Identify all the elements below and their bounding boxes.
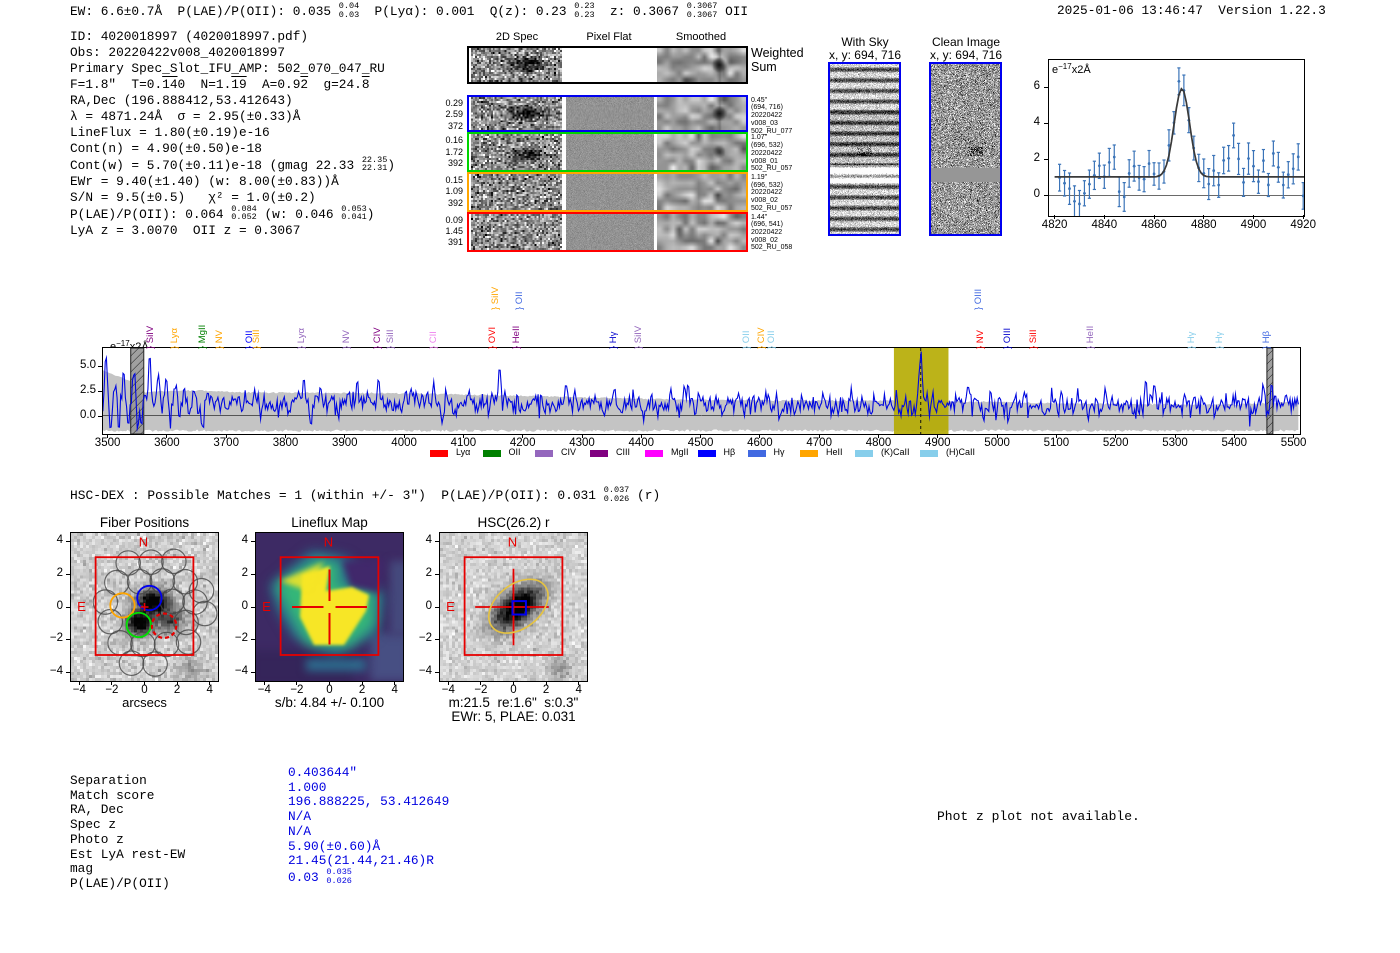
svg-text:N: N bbox=[324, 535, 333, 550]
svg-text:N: N bbox=[508, 535, 517, 550]
svg-text:E: E bbox=[262, 599, 271, 614]
svg-text:E: E bbox=[446, 599, 455, 614]
svg-text:N: N bbox=[139, 535, 148, 550]
svg-text:E: E bbox=[77, 599, 86, 614]
